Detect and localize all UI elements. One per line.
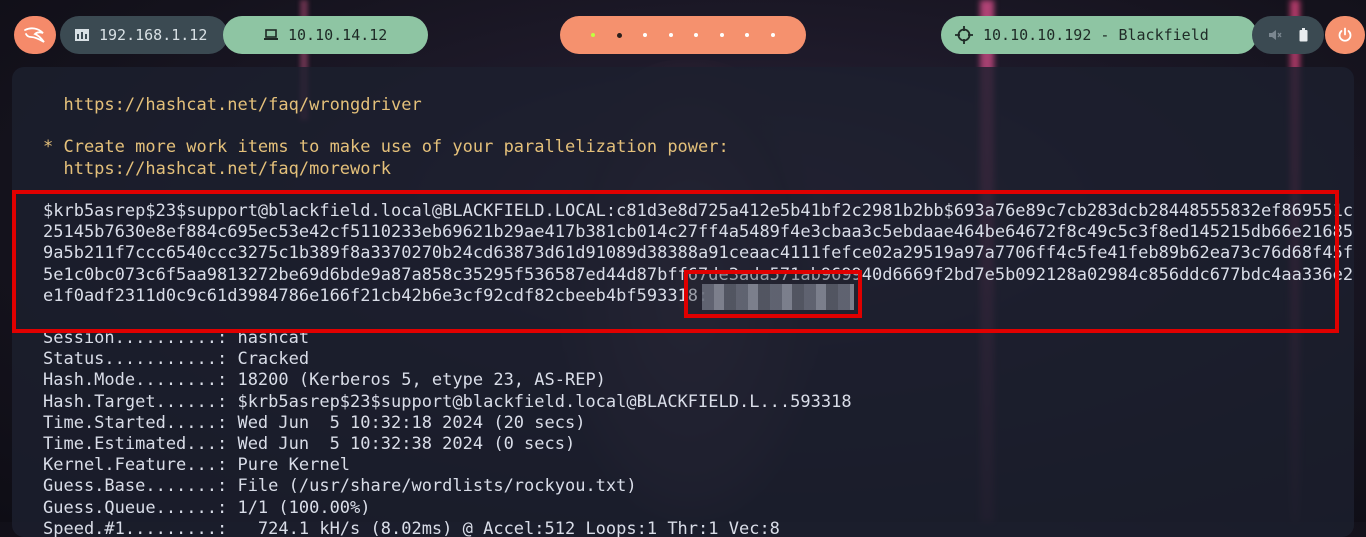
cracked-hash-line: 25145b7630e8ef884c695ec53e42cf5110233eb6… [43,222,1354,243]
power-icon [1338,27,1352,42]
terminal-output-line: https://hashcat.net/faq/wrongdriver [43,95,422,115]
workspace-dot-1[interactable] [591,33,596,37]
power-button[interactable] [1325,16,1365,54]
target-text: 10.10.10.192 - Blackfield [983,26,1209,44]
network-icon [75,29,89,41]
workspace-dot-3[interactable] [643,33,648,37]
hashcat-status-line: Speed.#1.........: 724.1 kH/s (8.02ms) @… [43,518,780,537]
workspace-switcher[interactable] [560,16,806,54]
hashcat-status-line: Hash.Mode........: 18200 (Kerberos 5, et… [43,370,606,391]
terminal-window[interactable]: https://hashcat.net/faq/wrongdriver * Cr… [12,67,1354,537]
hashcat-status-line: Session..........: hashcat [43,328,310,349]
laptop-icon [264,29,278,40]
cracked-hash-line: $krb5asrep$23$support@blackfield.local@B… [43,200,1354,221]
local-ip-text: 192.168.1.12 [99,26,208,44]
workspace-dot-6[interactable] [719,33,724,37]
hashcat-status-line: Time.Estimated...: Wed Jun 5 10:32:38 20… [43,434,576,454]
kali-dragon-icon [24,27,45,43]
terminal-output-line: * Create more work items to make use of … [43,137,729,158]
vpn-ip-text: 10.10.14.12 [288,26,388,44]
workspace-dot-5[interactable] [694,33,699,37]
hashcat-status-line: Status...........: Cracked [43,349,310,370]
hashcat-status-line: Time.Started.....: Wed Jun 5 10:32:18 20… [43,412,586,433]
workspace-dot-8[interactable] [770,33,775,37]
hashcat-status-line: Guess.Queue......: 1/1 (100.00%) [43,497,371,518]
system-tray[interactable] [1252,16,1324,54]
kali-menu-button[interactable] [14,16,56,54]
redacted-password-box [684,270,862,318]
hashcat-status-line: Guess.Base.......: File (/usr/share/word… [43,476,637,497]
crosshair-icon [955,26,973,44]
workspace-dot-4[interactable] [668,33,673,37]
cracked-hash-line: 9a5b211f7ccc6540ccc3275c1b389f8a3370270b… [43,243,1354,264]
terminal-output-line: https://hashcat.net/faq/morework [43,158,391,179]
workspace-dot-7[interactable] [745,33,750,37]
local-ip-widget: 192.168.1.12 [60,16,228,54]
pixelated-redaction [702,284,854,310]
hashcat-status-line: Kernel.Feature...: Pure Kernel [43,455,351,476]
battery-icon[interactable] [1299,28,1308,42]
target-widget: 10.10.10.192 - Blackfield [941,16,1257,54]
hashcat-status-line: Hash.Target......: $krb5asrep$23$support… [43,391,852,412]
workspace-dot-2[interactable] [616,32,622,38]
volume-muted-icon[interactable] [1268,29,1282,41]
vpn-ip-widget: 10.10.14.12 [223,16,428,54]
